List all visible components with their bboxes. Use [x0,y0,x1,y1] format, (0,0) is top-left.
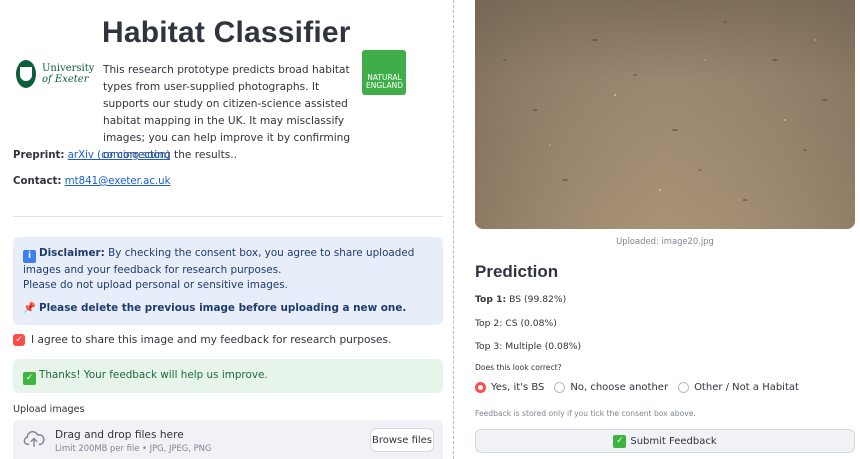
natural-england-logo: NATURAL ENGLAND [362,50,406,95]
column-divider [453,0,454,459]
information-icon: i [23,250,36,263]
cloud-upload-icon [23,431,45,447]
intro-text: This research prototype predicts broad h… [103,64,351,161]
image-caption: Uploaded: image20.jpg [616,236,714,246]
right-column: Uploaded: image20.jpg Prediction Top 1: … [462,0,860,459]
contact-row: Contact: mt841@exeter.ac.uk [13,176,171,187]
submit-feedback-button[interactable]: ✓ Submit Feedback [475,429,855,453]
pushpin-icon: 📌 [23,302,36,314]
top1-label: Top 1: [475,294,507,305]
uni-logo-line1: University [42,63,95,74]
consent-checkbox-row[interactable]: ✓ I agree to share this image and my fee… [13,334,391,346]
left-column: University of Exeter Habitat Classifier … [0,0,453,459]
radio-dot[interactable] [678,382,690,393]
top2-prediction: Top 2: CS (0.08%) [475,318,557,329]
radio-dot[interactable] [554,382,566,393]
success-text: Thanks! Your feedback will help us impro… [39,369,268,381]
consent-checkbox[interactable]: ✓ [13,334,25,346]
file-dropzone[interactable]: Drag and drop files here Limit 200MB per… [13,420,443,459]
radio-yes-label[interactable]: Yes, it's BS [491,382,544,393]
browse-files-button[interactable]: Browse files [370,428,434,452]
exeter-shield-icon [16,60,36,88]
ne-logo-line2: ENGLAND [365,81,404,90]
prediction-heading: Prediction [475,262,559,281]
uni-logo-line2: of Exeter [42,74,89,85]
disclaimer-box: i Disclaimer: By checking the consent box… [13,237,443,325]
submit-feedback-label[interactable]: Submit Feedback [630,436,716,447]
contact-email-link[interactable]: mt841@exeter.ac.uk [65,176,171,187]
top3-prediction: Top 3: Multiple (0.08%) [475,341,582,352]
disclaimer-line2: Please do not upload personal or sensiti… [23,279,288,291]
consent-label[interactable]: I agree to share this image and my feedb… [31,334,391,346]
university-of-exeter-logo: University of Exeter [16,57,94,91]
radio-yes[interactable]: Yes, it's BS [475,382,544,393]
check-mark-icon: ✓ [613,434,627,448]
radio-other-label[interactable]: Other / Not a Habitat [694,382,799,393]
upload-label: Upload images [13,404,85,415]
feedback-note: Feedback is stored only if you tick the … [475,409,696,418]
preprint-link[interactable]: arXiv (coming soon) [68,150,170,161]
contact-label: Contact: [13,176,62,187]
radio-dot-selected[interactable] [475,382,486,393]
divider [13,216,443,217]
preprint-row: Preprint: arXiv (coming soon) [13,150,170,161]
radio-choose-another-label[interactable]: No, choose another [570,382,668,393]
page-title: Habitat Classifier [102,16,351,49]
top1-value: BS (99.82%) [506,294,567,305]
dropzone-limits: Limit 200MB per file • JPG, JPEG, PNG [55,443,212,453]
delete-previous-notice: Please delete the previous image before … [38,302,407,314]
success-message: ✓ Thanks! Your feedback will help us impr… [13,359,443,393]
top1-prediction: Top 1: BS (99.82%) [475,294,566,305]
uploaded-habitat-photo [475,0,855,229]
disclaimer-bold: Disclaimer: [39,247,105,259]
radio-other[interactable]: Other / Not a Habitat [678,382,799,393]
check-mark-icon: ✓ [23,372,36,385]
feedback-radio-group: Yes, it's BS No, choose another Other / … [475,382,809,393]
radio-choose-another[interactable]: No, choose another [554,382,668,393]
correctness-question: Does this look correct? [475,363,562,372]
preprint-label: Preprint: [13,150,65,161]
dropzone-title: Drag and drop files here [55,429,184,441]
